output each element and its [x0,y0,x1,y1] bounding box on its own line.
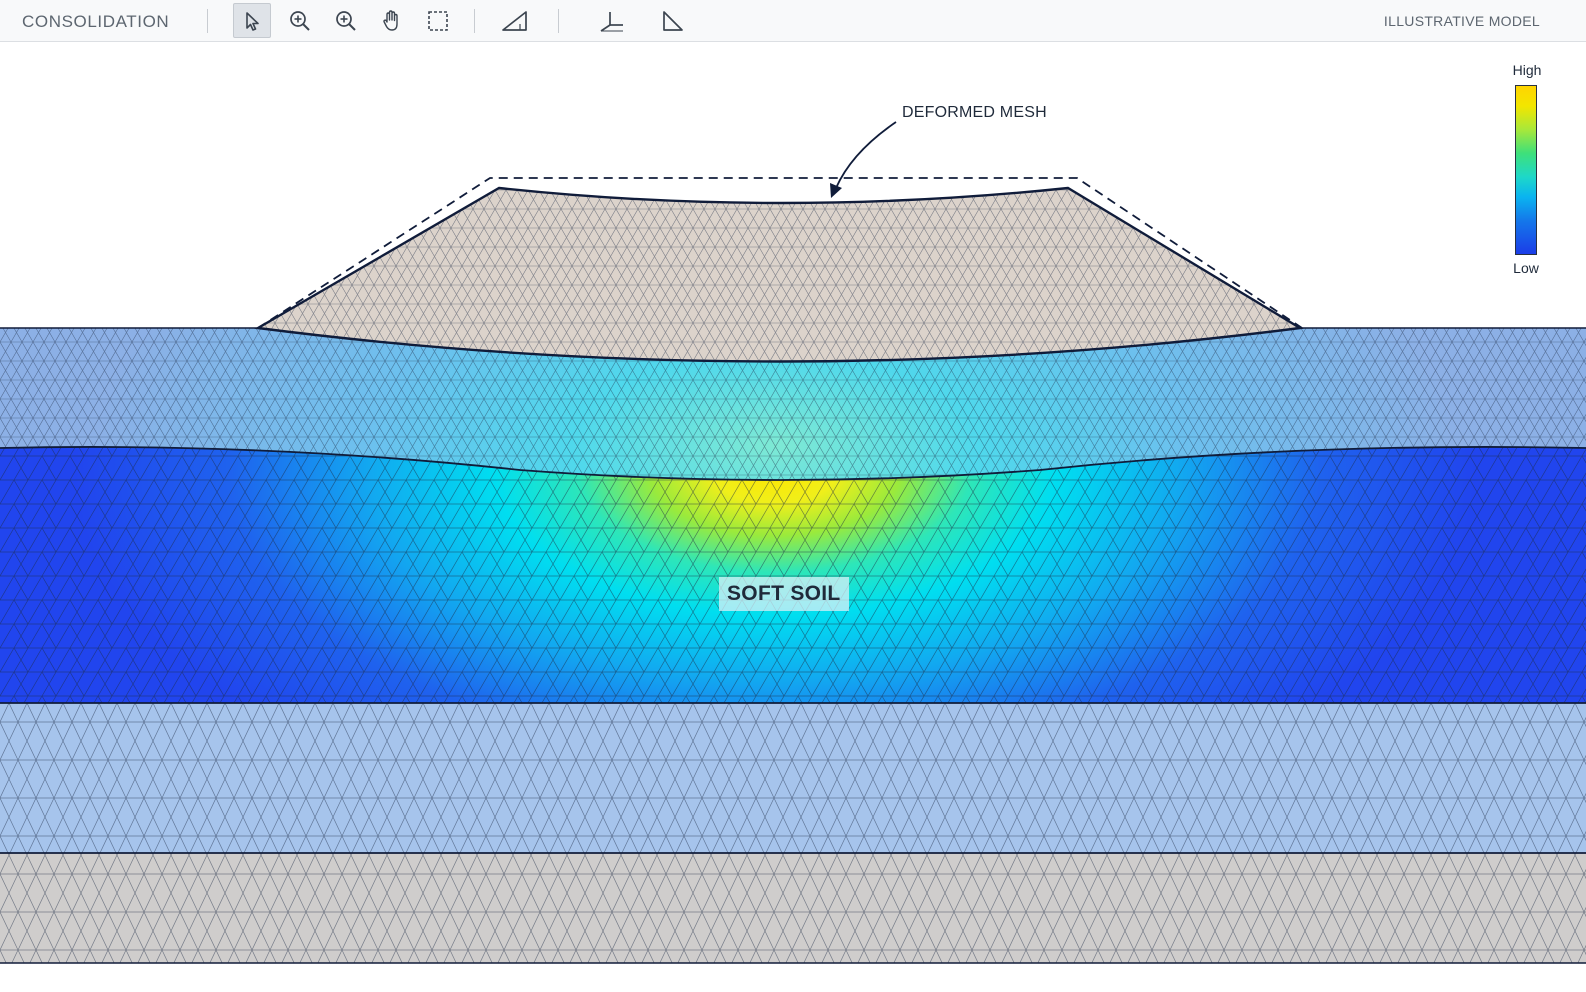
soft-soil-layer [0,446,1586,704]
app-window: CONSOLIDATION ILLUSTRATIVE MODEL DEFORME… [0,0,1586,992]
annotation-arrow [830,121,897,198]
axes-tool-button[interactable] [592,3,630,38]
zoom-window-tool-button[interactable] [327,3,365,38]
toolbar-separator [558,9,559,33]
base-layer [0,853,1586,964]
model-canvas[interactable] [0,0,1586,992]
lower-layer [0,703,1586,854]
legend-high-label: High [1512,62,1542,78]
deformed-mesh-label: DEFORMED MESH [902,104,1047,121]
axes-icon [600,11,623,32]
zoom-in-icon [290,10,310,31]
cursor-arrow-icon [246,11,259,31]
legend-low-label: Low [1513,260,1539,276]
toolbar: CONSOLIDATION ILLUSTRATIVE MODEL [0,0,1586,42]
draw-polygon-tool-button[interactable] [496,3,534,38]
select-tool-button[interactable] [233,3,271,38]
triangle-outline-icon [502,10,527,31]
toolbar-separator [207,9,208,33]
selection-box-tool-button[interactable] [419,3,457,38]
pan-tool-button[interactable] [373,3,411,38]
mode-label: ILLUSTRATIVE MODEL [1383,13,1540,29]
legend-color-bar [1515,85,1537,255]
right-triangle-tool-button[interactable] [654,3,692,38]
soft-soil-label: SOFT SOIL [719,577,849,611]
dashed-rectangle-icon [428,10,448,31]
zoom-window-icon [336,10,356,31]
right-triangle-icon [663,10,683,31]
zoom-in-tool-button[interactable] [281,3,319,38]
toolbar-separator [474,9,475,33]
hand-icon [383,9,398,31]
app-title: CONSOLIDATION [22,12,170,31]
